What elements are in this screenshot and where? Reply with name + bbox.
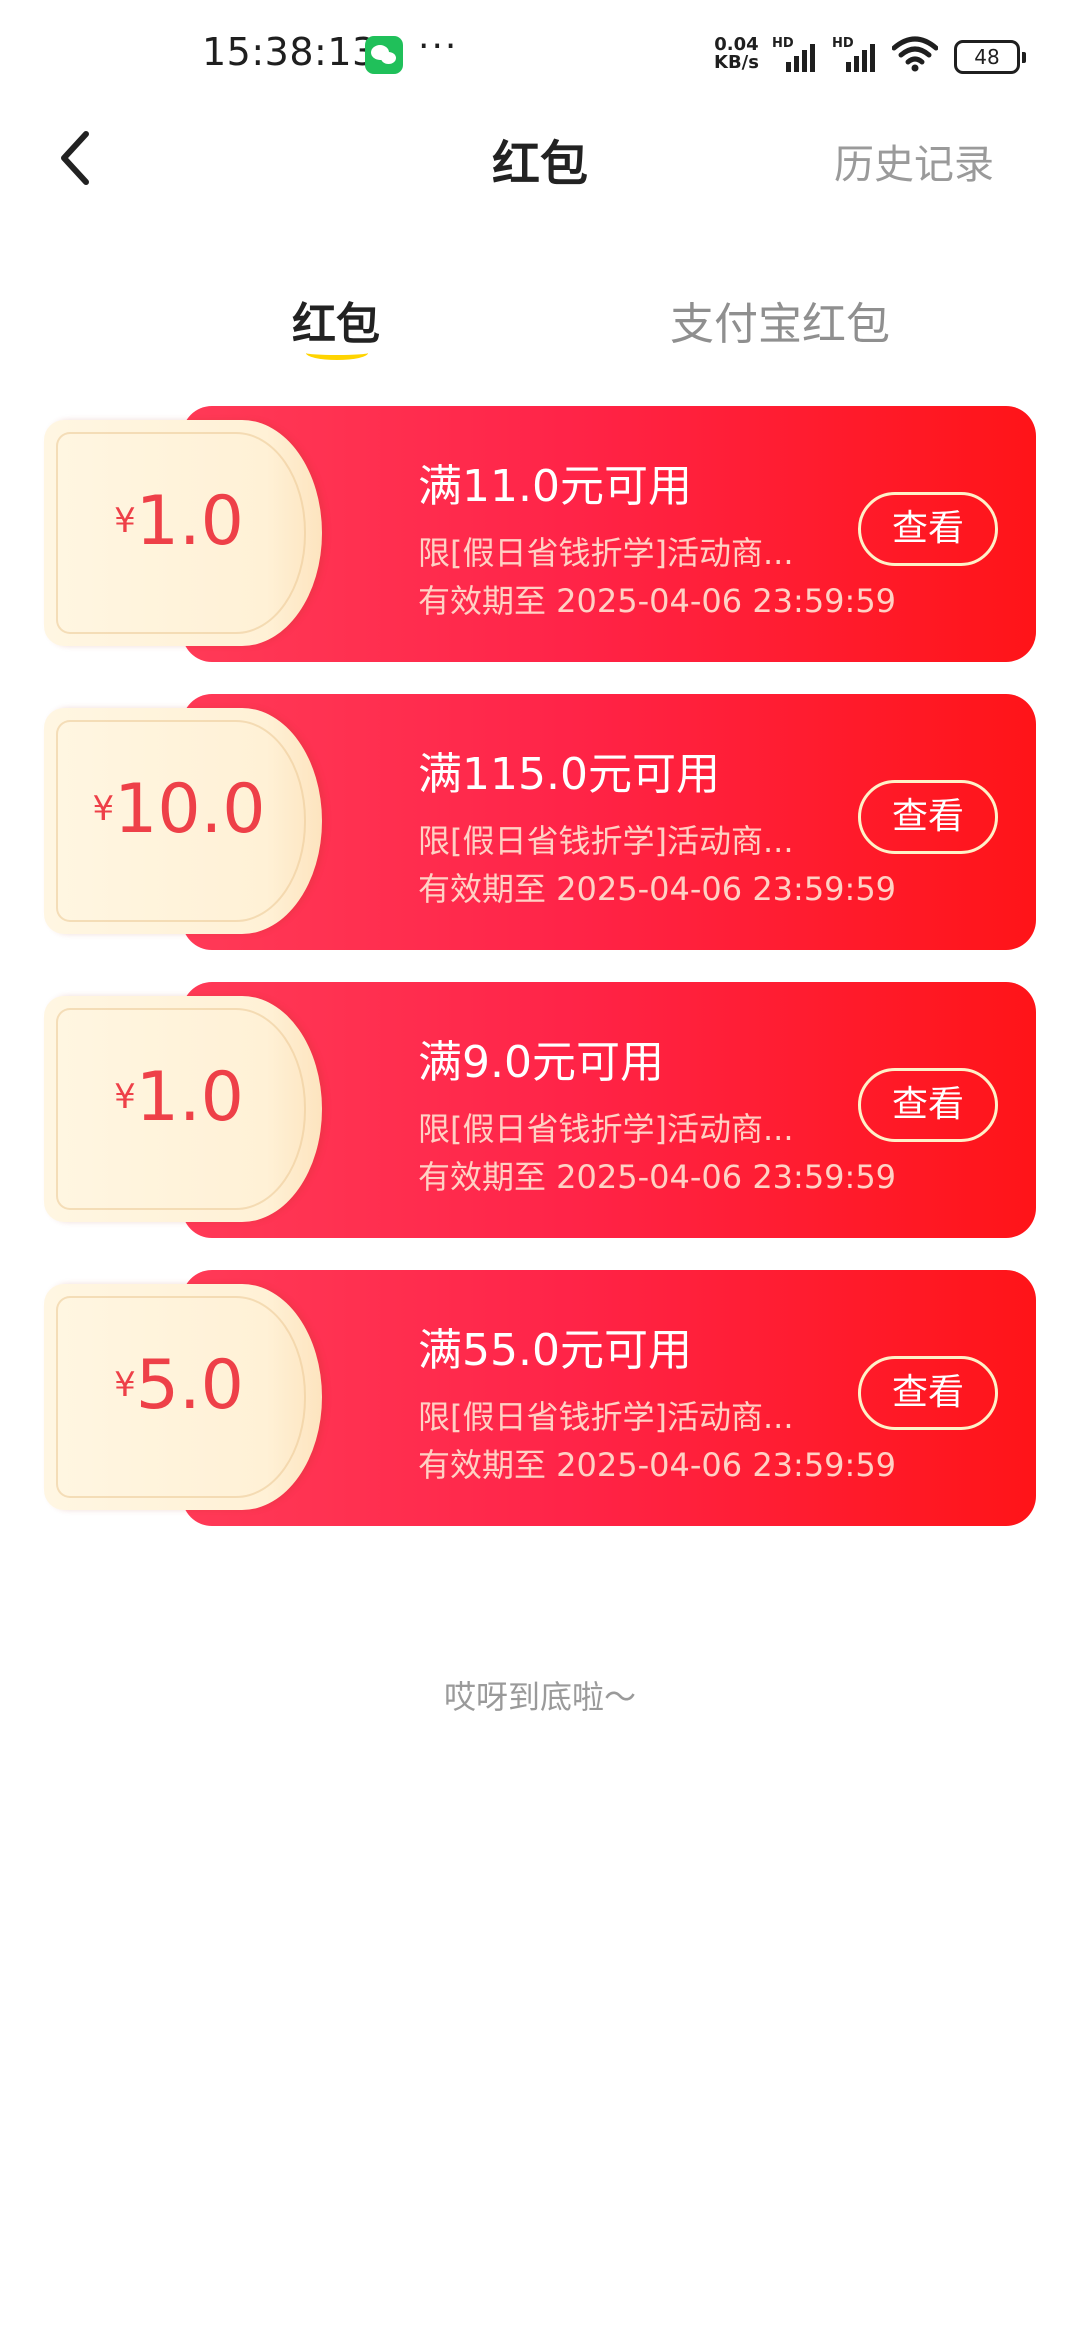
- currency-symbol: ¥: [114, 1077, 136, 1117]
- signal-icon: HD: [832, 36, 882, 72]
- coupon-description: 限[假日省钱折学]活动商...: [418, 822, 794, 860]
- coupon-threshold: 满115.0元可用: [418, 749, 720, 800]
- tab-alipay-red-packet[interactable]: 支付宝红包: [670, 288, 890, 352]
- coupon-description: 限[假日省钱折学]活动商...: [418, 1398, 794, 1436]
- status-bar: 15:38:13 ··· 0.04 KB/s HD HD 48: [0, 0, 1080, 110]
- coupon-amount: ¥5.0: [44, 1346, 314, 1425]
- coupon-card: 满115.0元可用 限[假日省钱折学]活动商... 有效期至 2025-04-0…: [44, 694, 1036, 950]
- coupon-card: 满9.0元可用 限[假日省钱折学]活动商... 有效期至 2025-04-06 …: [44, 982, 1036, 1238]
- coupon-amount: ¥1.0: [44, 1058, 314, 1137]
- coupon-card: 满55.0元可用 限[假日省钱折学]活动商... 有效期至 2025-04-06…: [44, 1270, 1036, 1526]
- coupon-expiry: 有效期至 2025-04-06 23:59:59: [418, 1158, 897, 1196]
- coupon-description: 限[假日省钱折学]活动商...: [418, 1110, 794, 1148]
- tab-red-packet[interactable]: 红包: [292, 288, 380, 352]
- currency-symbol: ¥: [114, 1365, 136, 1405]
- coupon-amount-panel: ¥5.0: [44, 1284, 322, 1510]
- history-records-link[interactable]: 历史记录: [834, 132, 994, 190]
- coupon-expiry: 有效期至 2025-04-06 23:59:59: [418, 1446, 897, 1484]
- view-button[interactable]: 查看: [858, 492, 998, 566]
- coupon-card: 满11.0元可用 限[假日省钱折学]活动商... 有效期至 2025-04-06…: [44, 406, 1036, 662]
- coupon-threshold: 满55.0元可用: [418, 1325, 692, 1376]
- coupon-threshold: 满9.0元可用: [418, 1037, 664, 1088]
- coupon-value: 5.0: [135, 1346, 244, 1425]
- coupon-amount-panel: ¥10.0: [44, 708, 322, 934]
- coupon-value: 10.0: [114, 770, 266, 849]
- end-of-list-text: 哎呀到底啦～: [443, 1678, 636, 1716]
- tab-active-indicator: [306, 346, 368, 360]
- signal-icon: HD: [772, 36, 822, 72]
- wechat-icon: [365, 36, 403, 74]
- currency-symbol: ¥: [114, 501, 136, 541]
- status-time: 15:38:13: [202, 30, 377, 74]
- coupon-expiry: 有效期至 2025-04-06 23:59:59: [418, 582, 897, 620]
- coupon-amount-panel: ¥1.0: [44, 996, 322, 1222]
- coupon-value: 1.0: [135, 1058, 244, 1137]
- coupon-amount: ¥1.0: [44, 482, 314, 561]
- coupon-amount: ¥10.0: [44, 770, 314, 849]
- coupon-amount-panel: ¥1.0: [44, 420, 322, 646]
- view-button[interactable]: 查看: [858, 780, 998, 854]
- coupon-description: 限[假日省钱折学]活动商...: [418, 534, 794, 572]
- wifi-icon: [892, 36, 938, 72]
- coupon-expiry: 有效期至 2025-04-06 23:59:59: [418, 870, 897, 908]
- view-button[interactable]: 查看: [858, 1356, 998, 1430]
- view-button[interactable]: 查看: [858, 1068, 998, 1142]
- currency-symbol: ¥: [92, 789, 115, 829]
- network-speed: 0.04 KB/s: [714, 36, 759, 72]
- coupon-threshold: 满11.0元可用: [418, 461, 692, 512]
- more-icon: ···: [418, 26, 459, 67]
- coupon-value: 1.0: [135, 482, 244, 561]
- battery-icon: 48: [954, 40, 1026, 74]
- network-speed-unit: KB/s: [714, 52, 759, 73]
- back-arrow-icon[interactable]: [52, 128, 102, 188]
